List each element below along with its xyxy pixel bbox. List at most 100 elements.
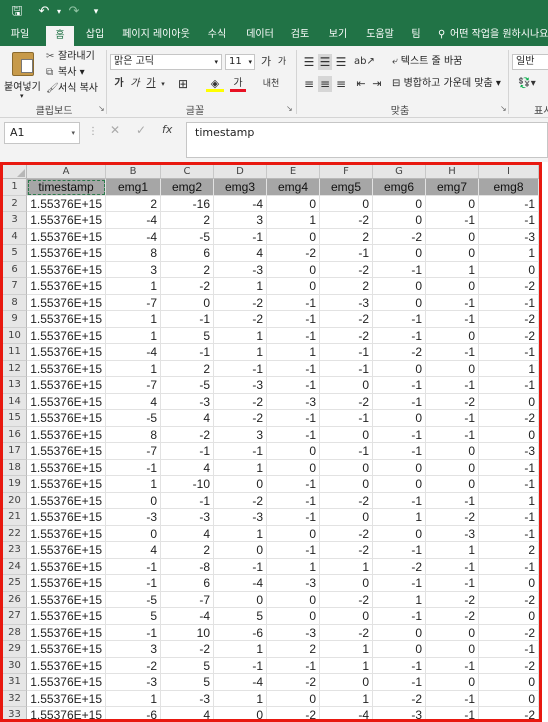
data-cell[interactable]: -2 [320, 624, 373, 641]
data-cell[interactable]: 0 [373, 212, 426, 229]
clipboard-launcher-icon[interactable]: ↘ [98, 104, 105, 113]
data-cell[interactable]: 0 [426, 327, 479, 344]
data-cell[interactable]: 1.55376E+15 [27, 443, 106, 460]
data-cell[interactable]: 0 [214, 591, 267, 608]
data-cell[interactable]: 1.55376E+15 [27, 624, 106, 641]
data-cell[interactable]: 0 [267, 278, 320, 295]
header-cell[interactable]: emg3 [214, 179, 267, 196]
data-cell[interactable]: 1 [214, 525, 267, 542]
merge-center-button[interactable]: ⊟ 병합하고 가운데 맞춤 ▾ [392, 77, 501, 91]
data-cell[interactable]: -1 [267, 377, 320, 394]
data-cell[interactable]: 0 [320, 509, 373, 526]
data-cell[interactable]: 1.55376E+15 [27, 426, 106, 443]
data-cell[interactable]: 0 [373, 641, 426, 658]
data-cell[interactable]: 2 [106, 195, 161, 212]
header-cell[interactable]: emg6 [373, 179, 426, 196]
data-cell[interactable]: 0 [267, 690, 320, 707]
wrap-text-button[interactable]: ⤶ 텍스트 줄 바꿈 [392, 55, 462, 69]
tab-help[interactable]: 도움말 [360, 24, 400, 46]
data-cell[interactable]: -1 [320, 245, 373, 262]
data-cell[interactable]: -2 [373, 228, 426, 245]
decrease-indent-icon[interactable]: ⇤ [354, 76, 368, 92]
data-cell[interactable]: -2 [214, 410, 267, 427]
align-bottom-icon[interactable]: ☰ [334, 54, 348, 70]
data-cell[interactable]: 2 [267, 641, 320, 658]
column-header[interactable]: E [267, 165, 320, 179]
data-cell[interactable]: -1 [373, 426, 426, 443]
data-cell[interactable]: -3 [373, 707, 426, 719]
column-header[interactable]: H [426, 165, 479, 179]
data-cell[interactable]: -2 [267, 707, 320, 719]
row-header[interactable]: 11 [3, 344, 27, 361]
data-cell[interactable]: 1.55376E+15 [27, 360, 106, 377]
tab-data[interactable]: 데이터 [240, 24, 280, 46]
data-cell[interactable]: 0 [373, 476, 426, 493]
data-cell[interactable]: 1 [106, 278, 161, 295]
data-cell[interactable]: -4 [161, 608, 214, 625]
data-cell[interactable]: -3 [214, 377, 267, 394]
data-cell[interactable]: 8 [106, 426, 161, 443]
data-cell[interactable]: 1 [426, 542, 479, 559]
data-cell[interactable]: -3 [106, 674, 161, 691]
row-header[interactable]: 8 [3, 294, 27, 311]
data-cell[interactable]: 2 [161, 212, 214, 229]
data-cell[interactable]: -7 [106, 294, 161, 311]
format-painter-button[interactable]: 🖌서식 복사 [46, 82, 98, 96]
data-cell[interactable]: 0 [320, 426, 373, 443]
data-cell[interactable]: 5 [214, 608, 267, 625]
data-cell[interactable]: -2 [214, 393, 267, 410]
data-cell[interactable]: 0 [267, 228, 320, 245]
data-cell[interactable]: -1 [373, 377, 426, 394]
increase-indent-icon[interactable]: ⇥ [370, 76, 384, 92]
data-cell[interactable]: -2 [214, 311, 267, 328]
data-cell[interactable]: 1 [106, 327, 161, 344]
data-cell[interactable]: 0 [426, 674, 479, 691]
row-header[interactable]: 10 [3, 327, 27, 344]
data-cell[interactable]: -1 [106, 575, 161, 592]
data-cell[interactable]: 0 [373, 195, 426, 212]
data-cell[interactable]: -1 [479, 212, 539, 229]
data-cell[interactable]: 0 [373, 360, 426, 377]
tab-file[interactable]: 파일 [4, 24, 36, 46]
data-cell[interactable]: -1 [479, 509, 539, 526]
row-header[interactable]: 22 [3, 525, 27, 542]
data-cell[interactable]: -1 [479, 525, 539, 542]
font-size-select[interactable]: 11 ▾ [225, 54, 255, 70]
data-cell[interactable]: 0 [373, 278, 426, 295]
data-cell[interactable]: 3 [106, 261, 161, 278]
phonetic-guide-button[interactable]: 내천 [262, 76, 280, 92]
data-cell[interactable]: 1.55376E+15 [27, 410, 106, 427]
data-cell[interactable]: -4 [214, 575, 267, 592]
data-cell[interactable]: -2 [426, 393, 479, 410]
column-header[interactable]: B [106, 165, 161, 179]
data-cell[interactable]: -1 [426, 212, 479, 229]
row-header[interactable]: 4 [3, 228, 27, 245]
data-cell[interactable]: 1.55376E+15 [27, 591, 106, 608]
grow-font-button[interactable]: 가 [259, 54, 273, 70]
data-cell[interactable]: -1 [426, 426, 479, 443]
data-cell[interactable]: 0 [479, 674, 539, 691]
data-cell[interactable]: -4 [106, 212, 161, 229]
align-right-icon[interactable]: ≡ [334, 76, 348, 92]
data-cell[interactable]: -1 [479, 195, 539, 212]
data-cell[interactable]: 4 [161, 525, 214, 542]
data-cell[interactable]: 1.55376E+15 [27, 525, 106, 542]
row-header[interactable]: 21 [3, 509, 27, 526]
row-header[interactable]: 17 [3, 443, 27, 460]
data-cell[interactable]: 1.55376E+15 [27, 690, 106, 707]
header-cell[interactable]: timestamp [27, 179, 106, 196]
data-cell[interactable]: -1 [479, 294, 539, 311]
data-cell[interactable]: -2 [373, 558, 426, 575]
data-cell[interactable]: -8 [161, 558, 214, 575]
data-cell[interactable]: -2 [320, 311, 373, 328]
row-header[interactable]: 3 [3, 212, 27, 229]
data-cell[interactable]: 1.55376E+15 [27, 327, 106, 344]
data-cell[interactable]: 0 [214, 707, 267, 719]
data-cell[interactable]: 0 [320, 575, 373, 592]
data-cell[interactable]: 0 [267, 261, 320, 278]
data-cell[interactable]: -1 [426, 558, 479, 575]
data-cell[interactable]: -1 [479, 377, 539, 394]
data-cell[interactable]: -1 [161, 344, 214, 361]
data-cell[interactable]: 0 [214, 476, 267, 493]
header-cell[interactable]: emg5 [320, 179, 373, 196]
